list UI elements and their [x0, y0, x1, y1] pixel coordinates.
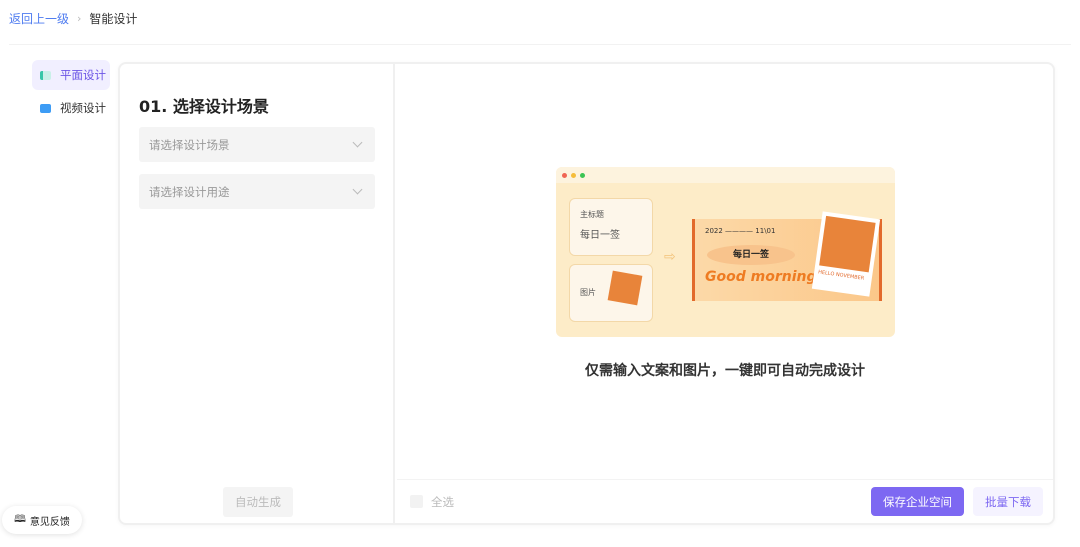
- settings-panel: 01. 选择设计场景 请选择设计场景 请选择设计用途 自动生成: [120, 64, 395, 523]
- save-to-enterprise-button[interactable]: 保存企业空间: [871, 487, 964, 516]
- chevron-right-icon: ›: [77, 12, 82, 25]
- image-label: 图片: [580, 288, 596, 297]
- scene-select[interactable]: 请选择设计场景: [139, 127, 375, 162]
- auto-generate-button[interactable]: 自动生成: [223, 487, 293, 517]
- sidebar-item-label: 视频设计: [60, 101, 106, 115]
- video-icon: [40, 103, 51, 113]
- preview-panel: 主标题每日一签 图片 ⇨ 2022 ———— 11\01 每日一签 Good m…: [397, 64, 1053, 523]
- preview-footer: 全选 保存企业空间 批量下载: [397, 479, 1053, 523]
- section-title: 01. 选择设计场景: [139, 97, 269, 116]
- sidebar-item-graphic-design[interactable]: 平面设计: [32, 60, 110, 90]
- arrow-right-icon: ⇨: [664, 249, 676, 265]
- purpose-select[interactable]: 请选择设计用途: [139, 174, 375, 209]
- breadcrumb-current: 智能设计: [89, 12, 138, 26]
- divider: [9, 44, 1071, 45]
- chevron-down-icon: [352, 184, 363, 195]
- purpose-placeholder: 请选择设计用途: [149, 184, 230, 199]
- select-all-checkbox[interactable]: [410, 495, 423, 508]
- batch-download-button[interactable]: 批量下载: [973, 487, 1043, 516]
- main-card: 01. 选择设计场景 请选择设计场景 请选择设计用途 自动生成 主标题每日一签 …: [118, 62, 1055, 525]
- breadcrumb: 返回上一级 › 智能设计: [9, 10, 137, 27]
- back-link[interactable]: 返回上一级: [9, 10, 69, 27]
- book-icon: 🕮: [14, 513, 26, 525]
- scene-placeholder: 请选择设计场景: [149, 137, 230, 152]
- title-value: 每日一签: [580, 230, 620, 241]
- feedback-button[interactable]: 🕮 意见反馈: [2, 506, 82, 534]
- preview-illustration: 主标题每日一签 图片 ⇨ 2022 ———— 11\01 每日一签 Good m…: [556, 167, 895, 337]
- sidebar-item-label: 平面设计: [60, 68, 106, 82]
- image-icon: [40, 70, 51, 80]
- poster: 2022 ———— 11\01 每日一签 Good morning HELLO …: [692, 211, 882, 301]
- preview-caption: 仅需输入文案和图片，一键即可自动完成设计: [585, 363, 865, 379]
- sidebar: 平面设计 视频设计: [32, 60, 110, 126]
- feedback-label: 意见反馈: [29, 516, 70, 528]
- chevron-down-icon: [352, 137, 363, 148]
- title-label: 主标题: [580, 210, 604, 219]
- select-all-label[interactable]: 全选: [431, 494, 454, 510]
- sidebar-item-video-design[interactable]: 视频设计: [32, 93, 110, 123]
